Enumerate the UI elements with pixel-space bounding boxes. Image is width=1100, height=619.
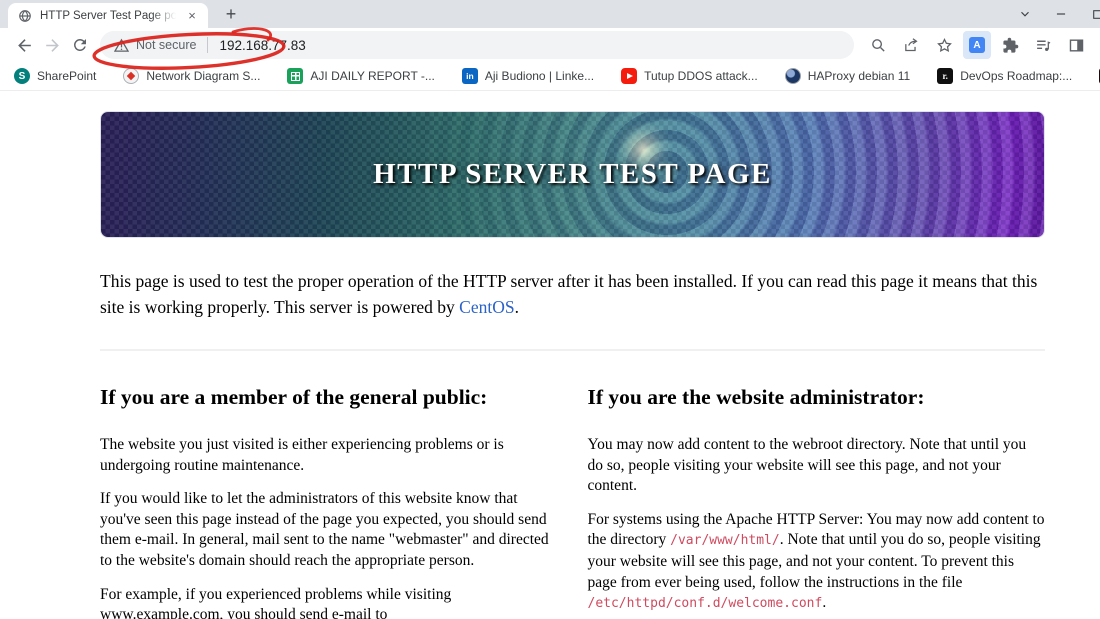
- roadmap-favicon-icon: r.: [937, 68, 954, 84]
- webroot-path-code: /var/www/html/: [670, 533, 780, 549]
- security-label[interactable]: Not secure: [136, 38, 196, 52]
- google-sheets-favicon-icon: [287, 68, 304, 84]
- new-tab-button[interactable]: +: [218, 1, 244, 27]
- not-secure-warning-icon[interactable]: [114, 38, 129, 53]
- window-controls: [1007, 0, 1100, 28]
- tab-close-icon[interactable]: ×: [184, 8, 200, 24]
- test-page-banner: HTTP SERVER TEST PAGE: [100, 111, 1045, 238]
- bookmark-star-icon[interactable]: [930, 31, 958, 59]
- forward-button[interactable]: [38, 31, 66, 59]
- tab-http-server-test-page[interactable]: HTTP Server Test Page powered ×: [8, 3, 208, 28]
- youtube-favicon-icon: [621, 68, 638, 84]
- side-panel-icon[interactable]: [1062, 31, 1090, 59]
- diagram-favicon-icon: [123, 68, 140, 84]
- general-public-column: If you are a member of the general publi…: [100, 385, 558, 619]
- haproxy-favicon-icon: [784, 68, 801, 84]
- reload-button[interactable]: [66, 31, 94, 59]
- bookmark-haproxy[interactable]: HAProxy debian 11: [784, 68, 910, 84]
- globe-favicon-icon: [18, 9, 32, 23]
- browser-window: HTTP Server Test Page powered × +: [0, 0, 1100, 619]
- bookmark-devops-roadmap[interactable]: r. DevOps Roadmap:...: [937, 68, 1072, 84]
- bookmarks-bar: S SharePoint Network Diagram S... AJI DA…: [0, 62, 1100, 91]
- share-icon[interactable]: [897, 31, 925, 59]
- intro-paragraph: This page is used to test the proper ope…: [100, 271, 1038, 317]
- page-viewport: HTTP SERVER TEST PAGE This page is used …: [0, 111, 1100, 619]
- public-paragraph-1: The website you just visited is either e…: [100, 436, 504, 474]
- bookmark-network-diagram[interactable]: Network Diagram S...: [123, 68, 260, 84]
- tab-title: HTTP Server Test Page powered: [40, 9, 176, 22]
- toolbar-actions: A: [864, 31, 1090, 59]
- linkedin-favicon-icon: in: [461, 68, 478, 84]
- welcome-conf-path-code: /etc/httpd/conf.d/welcome.conf: [587, 596, 823, 612]
- general-public-heading: If you are a member of the general publi…: [100, 385, 488, 409]
- extensions-puzzle-icon[interactable]: [996, 31, 1024, 59]
- public-paragraph-2: If you would like to let the administrat…: [100, 490, 549, 569]
- tab-strip: HTTP Server Test Page powered × +: [0, 0, 1100, 28]
- admin-paragraph-1: You may now add content to the webroot d…: [587, 436, 1027, 495]
- bookmark-aji-daily-report[interactable]: AJI DAILY REPORT -...: [287, 68, 435, 84]
- page-title: HTTP SERVER TEST PAGE: [373, 158, 772, 190]
- admin-paragraph-2: For systems using the Apache HTTP Server…: [587, 510, 1045, 612]
- maximize-button[interactable]: [1079, 0, 1100, 28]
- bookmark-linkedin[interactable]: in Aji Budiono | Linke...: [461, 68, 594, 84]
- bookmark-sharepoint[interactable]: S SharePoint: [14, 68, 96, 84]
- divider: [100, 349, 1045, 351]
- url-text[interactable]: 192.168.77.83: [219, 38, 305, 53]
- administrator-heading: If you are the website administrator:: [587, 385, 925, 409]
- media-controls-icon[interactable]: [1029, 31, 1057, 59]
- bookmark-youtube-ddos[interactable]: Tutup DDOS attack...: [621, 68, 758, 84]
- address-divider: [207, 37, 209, 53]
- address-bar[interactable]: Not secure 192.168.77.83: [100, 31, 854, 59]
- translate-extension-icon[interactable]: A: [963, 31, 991, 59]
- toolbar: Not secure 192.168.77.83 A: [0, 27, 1100, 70]
- back-button[interactable]: [10, 31, 38, 59]
- sharepoint-favicon-icon: S: [14, 68, 30, 84]
- centos-link[interactable]: CentOS: [459, 297, 514, 317]
- public-paragraph-3: For example, if you experienced problems…: [100, 585, 452, 619]
- search-icon[interactable]: [864, 31, 892, 59]
- minimize-button[interactable]: [1043, 0, 1079, 28]
- tab-search-chevron-icon[interactable]: [1007, 0, 1043, 28]
- administrator-column: If you are the website administrator: Yo…: [588, 385, 1046, 619]
